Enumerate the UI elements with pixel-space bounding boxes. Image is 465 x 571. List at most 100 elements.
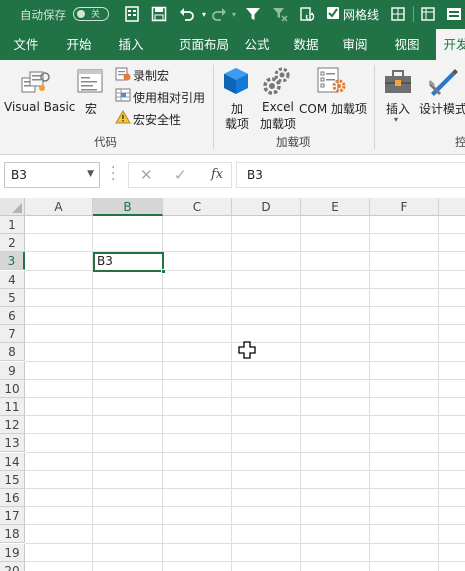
tab-insert[interactable]: 插入 bbox=[108, 29, 154, 60]
row-header-17[interactable]: 17 bbox=[0, 507, 25, 526]
formula-input-value: B3 bbox=[247, 168, 263, 182]
name-box[interactable]: B3 ▼ bbox=[4, 162, 100, 188]
relative-references-icon[interactable] bbox=[115, 88, 131, 105]
relative-references-label[interactable]: 使用相对引用 bbox=[133, 89, 205, 106]
tab-data[interactable]: 数据 bbox=[283, 29, 329, 60]
row-header-4[interactable]: 4 bbox=[0, 270, 25, 289]
row-header-8[interactable]: 8 bbox=[0, 343, 25, 362]
ribbon-tabs: 文件 开始 插入 页面布局 公式 数据 审阅 视图 开发 bbox=[0, 29, 465, 60]
row-gridline bbox=[25, 560, 465, 562]
row-header-1[interactable]: 1 bbox=[0, 216, 25, 234]
column-header-c[interactable]: C bbox=[163, 198, 232, 216]
row-gridline bbox=[25, 488, 465, 489]
row-gridline bbox=[25, 287, 465, 289]
insert-dropdown-icon[interactable]: ▾ bbox=[394, 115, 398, 124]
row-header-15[interactable]: 15 bbox=[0, 470, 25, 489]
autosave-toggle[interactable]: 关 bbox=[73, 7, 109, 21]
refresh-icon[interactable] bbox=[298, 5, 316, 23]
row-header-9[interactable]: 9 bbox=[0, 361, 25, 380]
column-header-partial[interactable] bbox=[439, 198, 465, 216]
row-header-16[interactable]: 16 bbox=[0, 489, 25, 507]
confirm-entry-icon[interactable]: ✓ bbox=[174, 166, 187, 184]
row-gridline bbox=[25, 469, 465, 471]
select-all-button[interactable] bbox=[0, 198, 25, 216]
cancel-entry-icon[interactable]: ✕ bbox=[140, 166, 153, 184]
filter-icon[interactable] bbox=[244, 5, 262, 23]
row-gridline bbox=[25, 506, 465, 508]
group-divider bbox=[374, 65, 375, 149]
formula-input[interactable]: B3 bbox=[236, 162, 465, 188]
row-gridline bbox=[25, 397, 465, 398]
tab-view[interactable]: 视图 bbox=[384, 29, 430, 60]
com-addins-label[interactable]: COM 加载项 bbox=[299, 100, 367, 117]
table-grid-icon[interactable] bbox=[419, 5, 437, 23]
visual-basic-label[interactable]: Visual Basic bbox=[4, 100, 75, 114]
tab-home[interactable]: 开始 bbox=[56, 29, 102, 60]
clear-filter-icon[interactable] bbox=[271, 5, 289, 23]
macro-security-label[interactable]: 宏安全性 bbox=[133, 111, 181, 128]
gridlines-checkbox[interactable] bbox=[327, 7, 339, 19]
row-gridline bbox=[25, 378, 465, 380]
macro-security-icon[interactable] bbox=[115, 110, 131, 127]
addins-group-label: 加载项 bbox=[276, 135, 311, 149]
formula-bar-grip-icon[interactable]: · · · bbox=[111, 161, 115, 187]
record-macro-icon[interactable] bbox=[115, 67, 131, 84]
row-header-11[interactable]: 11 bbox=[0, 398, 25, 416]
macros-label[interactable]: 宏 bbox=[85, 100, 97, 117]
row-header-18[interactable]: 18 bbox=[0, 525, 25, 544]
row-header-6[interactable]: 6 bbox=[0, 307, 25, 325]
tab-file[interactable]: 文件 bbox=[4, 29, 48, 60]
excel-addins-label-line2[interactable]: 加载项 bbox=[260, 115, 296, 132]
excel-addins-icon[interactable] bbox=[262, 66, 292, 99]
tab-review[interactable]: 审阅 bbox=[332, 29, 378, 60]
worksheet-grid[interactable]: A B C D E F 1 2 3 4 5 6 7 8 9 10 11 12 13 14 15 16 17 18 19 20 B3 bbox=[0, 198, 465, 571]
com-addins-icon[interactable] bbox=[317, 67, 347, 98]
column-header-b[interactable]: B bbox=[93, 198, 163, 216]
row-header-10[interactable]: 10 bbox=[0, 379, 25, 398]
row-header-3[interactable]: 3 bbox=[0, 252, 25, 271]
row-header-20[interactable]: 20 bbox=[0, 561, 25, 571]
fill-handle[interactable] bbox=[161, 269, 166, 274]
row-header-7[interactable]: 7 bbox=[0, 325, 25, 344]
row-header-12[interactable]: 12 bbox=[0, 416, 25, 435]
visual-basic-icon[interactable] bbox=[21, 68, 51, 99]
addins-label-line2[interactable]: 载项 bbox=[225, 115, 249, 132]
save-icon[interactable] bbox=[150, 5, 168, 23]
excel-addins-label-line1[interactable]: Excel bbox=[262, 100, 294, 114]
controls-group-label: 控 bbox=[455, 135, 465, 149]
record-macro-label[interactable]: 录制宏 bbox=[133, 67, 169, 84]
row-gridline bbox=[25, 251, 465, 253]
row-header-19[interactable]: 19 bbox=[0, 543, 25, 562]
gridlines-label: 网格线 bbox=[343, 8, 380, 22]
cell-select-cursor-icon bbox=[238, 341, 256, 359]
tab-formulas[interactable]: 公式 bbox=[234, 29, 280, 60]
undo-icon[interactable] bbox=[178, 5, 196, 23]
row-header-2[interactable]: 2 bbox=[0, 234, 25, 253]
row-header-5[interactable]: 5 bbox=[0, 288, 25, 307]
row-gridline bbox=[25, 433, 465, 435]
row-gridline bbox=[25, 233, 465, 235]
row-gridline bbox=[25, 360, 465, 362]
form-icon[interactable] bbox=[445, 5, 463, 23]
tab-developer[interactable]: 开发 bbox=[436, 29, 465, 60]
row-header-14[interactable]: 14 bbox=[0, 452, 25, 471]
autosave-label: 自动保存 bbox=[20, 8, 66, 22]
redo-dropdown-icon[interactable]: ▾ bbox=[225, 5, 243, 23]
design-mode-icon[interactable] bbox=[428, 66, 458, 99]
quick-access-toolbar: 自动保存 关 ▾ ▾ 网格线 bbox=[0, 0, 465, 29]
cell-b3-value[interactable]: B3 bbox=[97, 254, 113, 268]
macros-icon[interactable] bbox=[77, 68, 105, 99]
name-box-dropdown-icon[interactable]: ▼ bbox=[87, 169, 94, 179]
column-header-e[interactable]: E bbox=[301, 198, 370, 216]
column-header-a[interactable]: A bbox=[25, 198, 93, 216]
column-header-f[interactable]: F bbox=[370, 198, 439, 216]
insert-controls-icon[interactable] bbox=[384, 68, 412, 99]
design-mode-label[interactable]: 设计模式 bbox=[419, 100, 465, 117]
excel-app-icon[interactable] bbox=[123, 5, 141, 23]
row-gridline bbox=[25, 415, 465, 417]
borders-icon[interactable] bbox=[389, 5, 407, 23]
addins-icon[interactable] bbox=[223, 67, 249, 98]
insert-function-button[interactable]: fx bbox=[211, 167, 223, 182]
row-header-13[interactable]: 13 bbox=[0, 434, 25, 453]
column-header-d[interactable]: D bbox=[232, 198, 301, 216]
